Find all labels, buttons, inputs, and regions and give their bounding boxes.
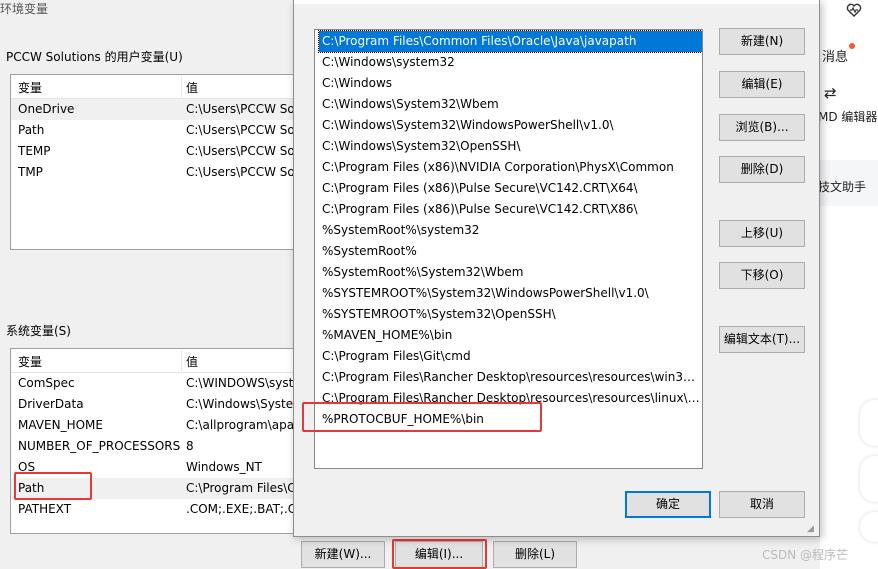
var-value: .COM;.EXE;.BAT;.CN xyxy=(186,502,300,516)
var-name: NUMBER_OF_PROCESSORS xyxy=(18,439,181,453)
path-item[interactable]: C:\Windows\System32\WindowsPowerShell\v1… xyxy=(319,115,702,136)
notification-dot-icon xyxy=(849,43,855,49)
var-name: Path xyxy=(18,123,45,137)
system-delete-button[interactable]: 删除(L) xyxy=(493,541,577,568)
path-item[interactable]: C:\Windows xyxy=(319,73,702,94)
move-down-button[interactable]: 下移(O) xyxy=(719,262,805,289)
var-value: 8 xyxy=(186,439,194,453)
path-highlight-box xyxy=(14,472,92,500)
window-title: 环境变量 xyxy=(0,2,49,16)
edit-text-button[interactable]: 编辑文本(T)... xyxy=(719,326,805,353)
edit-path-dialog: C:\Program Files\Common Files\Oracle\Jav… xyxy=(293,0,820,537)
md-editor-label[interactable]: MD 编辑器 xyxy=(818,108,877,125)
heart-pulse-icon[interactable] xyxy=(846,2,862,18)
var-value: Windows_NT xyxy=(186,460,262,474)
var-value: C:\Program Files\C xyxy=(186,481,296,495)
assistant-label[interactable]: 技文助手 xyxy=(818,178,866,195)
path-item[interactable]: C:\Program Files\Rancher Desktop\resourc… xyxy=(319,367,702,388)
var-name: PATHEXT xyxy=(18,502,72,516)
csdn-page-fragment: 消息 ⇄ MD 编辑器 技文助手 xyxy=(818,0,878,569)
floating-action-button[interactable] xyxy=(860,456,878,502)
new-path-highlight-box xyxy=(302,402,542,432)
var-name: DriverData xyxy=(18,397,84,411)
path-item[interactable]: C:\Program Files\Git\cmd xyxy=(319,346,702,367)
system-variables-label: 系统变量(S) xyxy=(6,324,71,338)
floating-action-button[interactable] xyxy=(860,512,878,542)
user-variables-label: PCCW Solutions 的用户变量(U) xyxy=(6,50,183,64)
column-variable[interactable]: 变量 xyxy=(18,353,42,370)
cancel-button[interactable]: 取消 xyxy=(719,491,805,518)
var-value: C:\Users\PCCW So xyxy=(186,123,295,137)
path-item[interactable]: C:\Windows\system32 xyxy=(319,52,702,73)
list-item[interactable]: PATHEXT .COM;.EXE;.BAT;.CN xyxy=(11,499,299,520)
move-up-button[interactable]: 上移(U) xyxy=(719,220,805,247)
messages-label[interactable]: 消息 xyxy=(822,46,848,65)
user-variables-header: 变量 值 xyxy=(11,75,299,99)
column-variable[interactable]: 变量 xyxy=(18,79,42,96)
resize-grip-icon[interactable]: ◢ xyxy=(807,524,817,534)
path-item[interactable]: C:\Program Files (x86)\NVIDIA Corporatio… xyxy=(319,157,702,178)
path-item[interactable]: %SystemRoot%\System32\Wbem xyxy=(319,262,702,283)
column-value[interactable]: 值 xyxy=(186,353,198,370)
path-item[interactable]: C:\Program Files (x86)\Pulse Secure\VC14… xyxy=(319,178,702,199)
var-value: C:\Windows\Syster xyxy=(186,397,299,411)
edit-button-highlight-box xyxy=(392,539,487,569)
var-name: TEMP xyxy=(18,144,51,158)
browse-button[interactable]: 浏览(B)... xyxy=(719,114,805,141)
var-name: OneDrive xyxy=(18,102,75,116)
path-item[interactable]: C:\Windows\System32\OpenSSH\ xyxy=(319,136,702,157)
var-name: ComSpec xyxy=(18,376,75,390)
csdn-watermark: CSDN @程序芒 xyxy=(762,548,849,562)
list-item[interactable]: NUMBER_OF_PROCESSORS 8 xyxy=(11,436,299,457)
system-variables-header: 变量 值 xyxy=(11,349,299,373)
var-value: C:\Users\PCCW So xyxy=(186,165,295,179)
list-item[interactable]: TEMP C:\Users\PCCW So xyxy=(11,141,299,162)
user-variables-list[interactable]: 变量 值 OneDrive C:\Users\PCCW So Path C:\U… xyxy=(10,74,300,250)
var-name: MAVEN_HOME xyxy=(18,418,103,432)
edit-path-button[interactable]: 编辑(E) xyxy=(719,71,805,98)
system-new-button[interactable]: 新建(W)... xyxy=(301,541,385,568)
var-value: C:\WINDOWS\syst xyxy=(186,376,294,390)
list-item[interactable]: DriverData C:\Windows\Syster xyxy=(11,394,299,415)
path-item-selected[interactable]: C:\Program Files\Common Files\Oracle\Jav… xyxy=(318,30,702,53)
path-item[interactable]: C:\Program Files (x86)\Pulse Secure\VC14… xyxy=(319,199,702,220)
var-name: TMP xyxy=(18,165,43,179)
list-item[interactable]: ComSpec C:\WINDOWS\syst xyxy=(11,373,299,394)
system-variables-list[interactable]: 变量 值 ComSpec C:\WINDOWS\syst DriverData … xyxy=(10,348,300,534)
column-value[interactable]: 值 xyxy=(186,79,198,96)
list-item[interactable]: Path C:\Users\PCCW So xyxy=(11,120,299,141)
var-value: C:\Users\PCCW So xyxy=(186,144,295,158)
list-item[interactable]: TMP C:\Users\PCCW So xyxy=(11,162,299,183)
path-item[interactable]: %MAVEN_HOME%\bin xyxy=(319,325,702,346)
new-path-button[interactable]: 新建(N) xyxy=(719,28,805,55)
list-item[interactable]: MAVEN_HOME C:\allprogram\apa xyxy=(11,415,299,436)
swap-arrows-icon: ⇄ xyxy=(824,84,837,102)
list-item[interactable]: OneDrive C:\Users\PCCW So xyxy=(11,99,299,120)
dialog-title-strip xyxy=(294,0,819,4)
path-item[interactable]: %SYSTEMROOT%\System32\WindowsPowerShell\… xyxy=(319,283,702,304)
var-value: C:\allprogram\apa xyxy=(186,418,295,432)
var-value: C:\Users\PCCW So xyxy=(186,102,295,116)
ok-button[interactable]: 确定 xyxy=(625,491,711,518)
path-item[interactable]: %SystemRoot%\system32 xyxy=(319,220,702,241)
delete-path-button[interactable]: 删除(D) xyxy=(719,156,805,183)
path-item[interactable]: %SYSTEMROOT%\System32\OpenSSH\ xyxy=(319,304,702,325)
floating-action-button[interactable] xyxy=(860,400,878,446)
path-item[interactable]: C:\Windows\System32\Wbem xyxy=(319,94,702,115)
path-item[interactable]: %SystemRoot% xyxy=(319,241,702,262)
